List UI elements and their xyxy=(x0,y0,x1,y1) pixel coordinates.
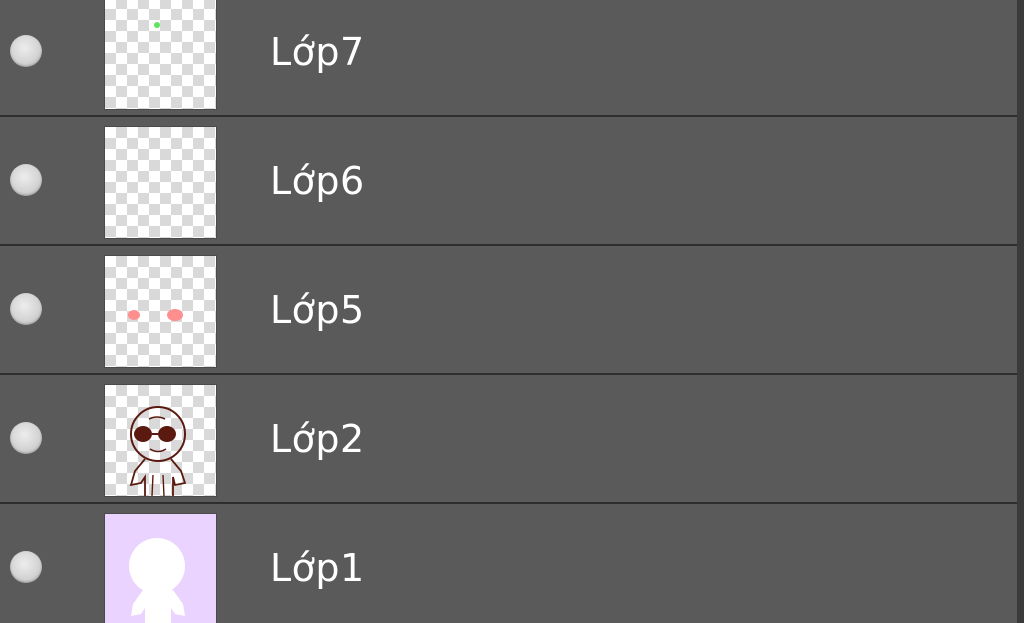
layer-name[interactable]: Lớp5 xyxy=(270,286,365,334)
layer-thumbnail xyxy=(104,384,217,497)
layer-row-lop5[interactable]: Lớp5 xyxy=(0,246,1017,373)
pink-cheeks-thumbnail-icon xyxy=(128,309,183,321)
layer-name[interactable]: Lớp6 xyxy=(270,157,365,205)
visibility-toggle-icon[interactable] xyxy=(10,35,42,67)
visibility-toggle-icon[interactable] xyxy=(10,422,42,454)
layer-thumbnail xyxy=(104,126,217,239)
silhouette-thumbnail-icon xyxy=(129,538,185,623)
visibility-toggle-icon[interactable] xyxy=(10,164,42,196)
visibility-toggle-icon[interactable] xyxy=(10,551,42,583)
empty-thumbnail-icon xyxy=(105,127,216,238)
layer-name[interactable]: Lớp2 xyxy=(270,415,365,463)
layer-row-lop7[interactable]: Lớp7 xyxy=(0,0,1017,115)
green-dot-thumbnail-icon xyxy=(154,22,160,28)
layer-name[interactable]: Lớp1 xyxy=(270,544,365,592)
layer-name[interactable]: Lớp7 xyxy=(270,28,365,76)
layer-list: Lớp7 Lớp6 Lớp5 Lớp2 Lớp1 xyxy=(0,0,1017,623)
scrollbar-track[interactable] xyxy=(1017,0,1024,623)
layer-thumbnail xyxy=(104,255,217,368)
layers-panel: Lớp7 Lớp6 Lớp5 Lớp2 Lớp1 xyxy=(0,0,1024,623)
chibi-lineart-thumbnail-icon xyxy=(129,406,187,496)
layer-thumbnail xyxy=(104,513,217,623)
layer-row-lop1[interactable]: Lớp1 xyxy=(0,504,1017,623)
layer-thumbnail xyxy=(104,0,217,110)
layer-row-lop2[interactable]: Lớp2 xyxy=(0,375,1017,502)
layer-row-lop6[interactable]: Lớp6 xyxy=(0,117,1017,244)
visibility-toggle-icon[interactable] xyxy=(10,293,42,325)
